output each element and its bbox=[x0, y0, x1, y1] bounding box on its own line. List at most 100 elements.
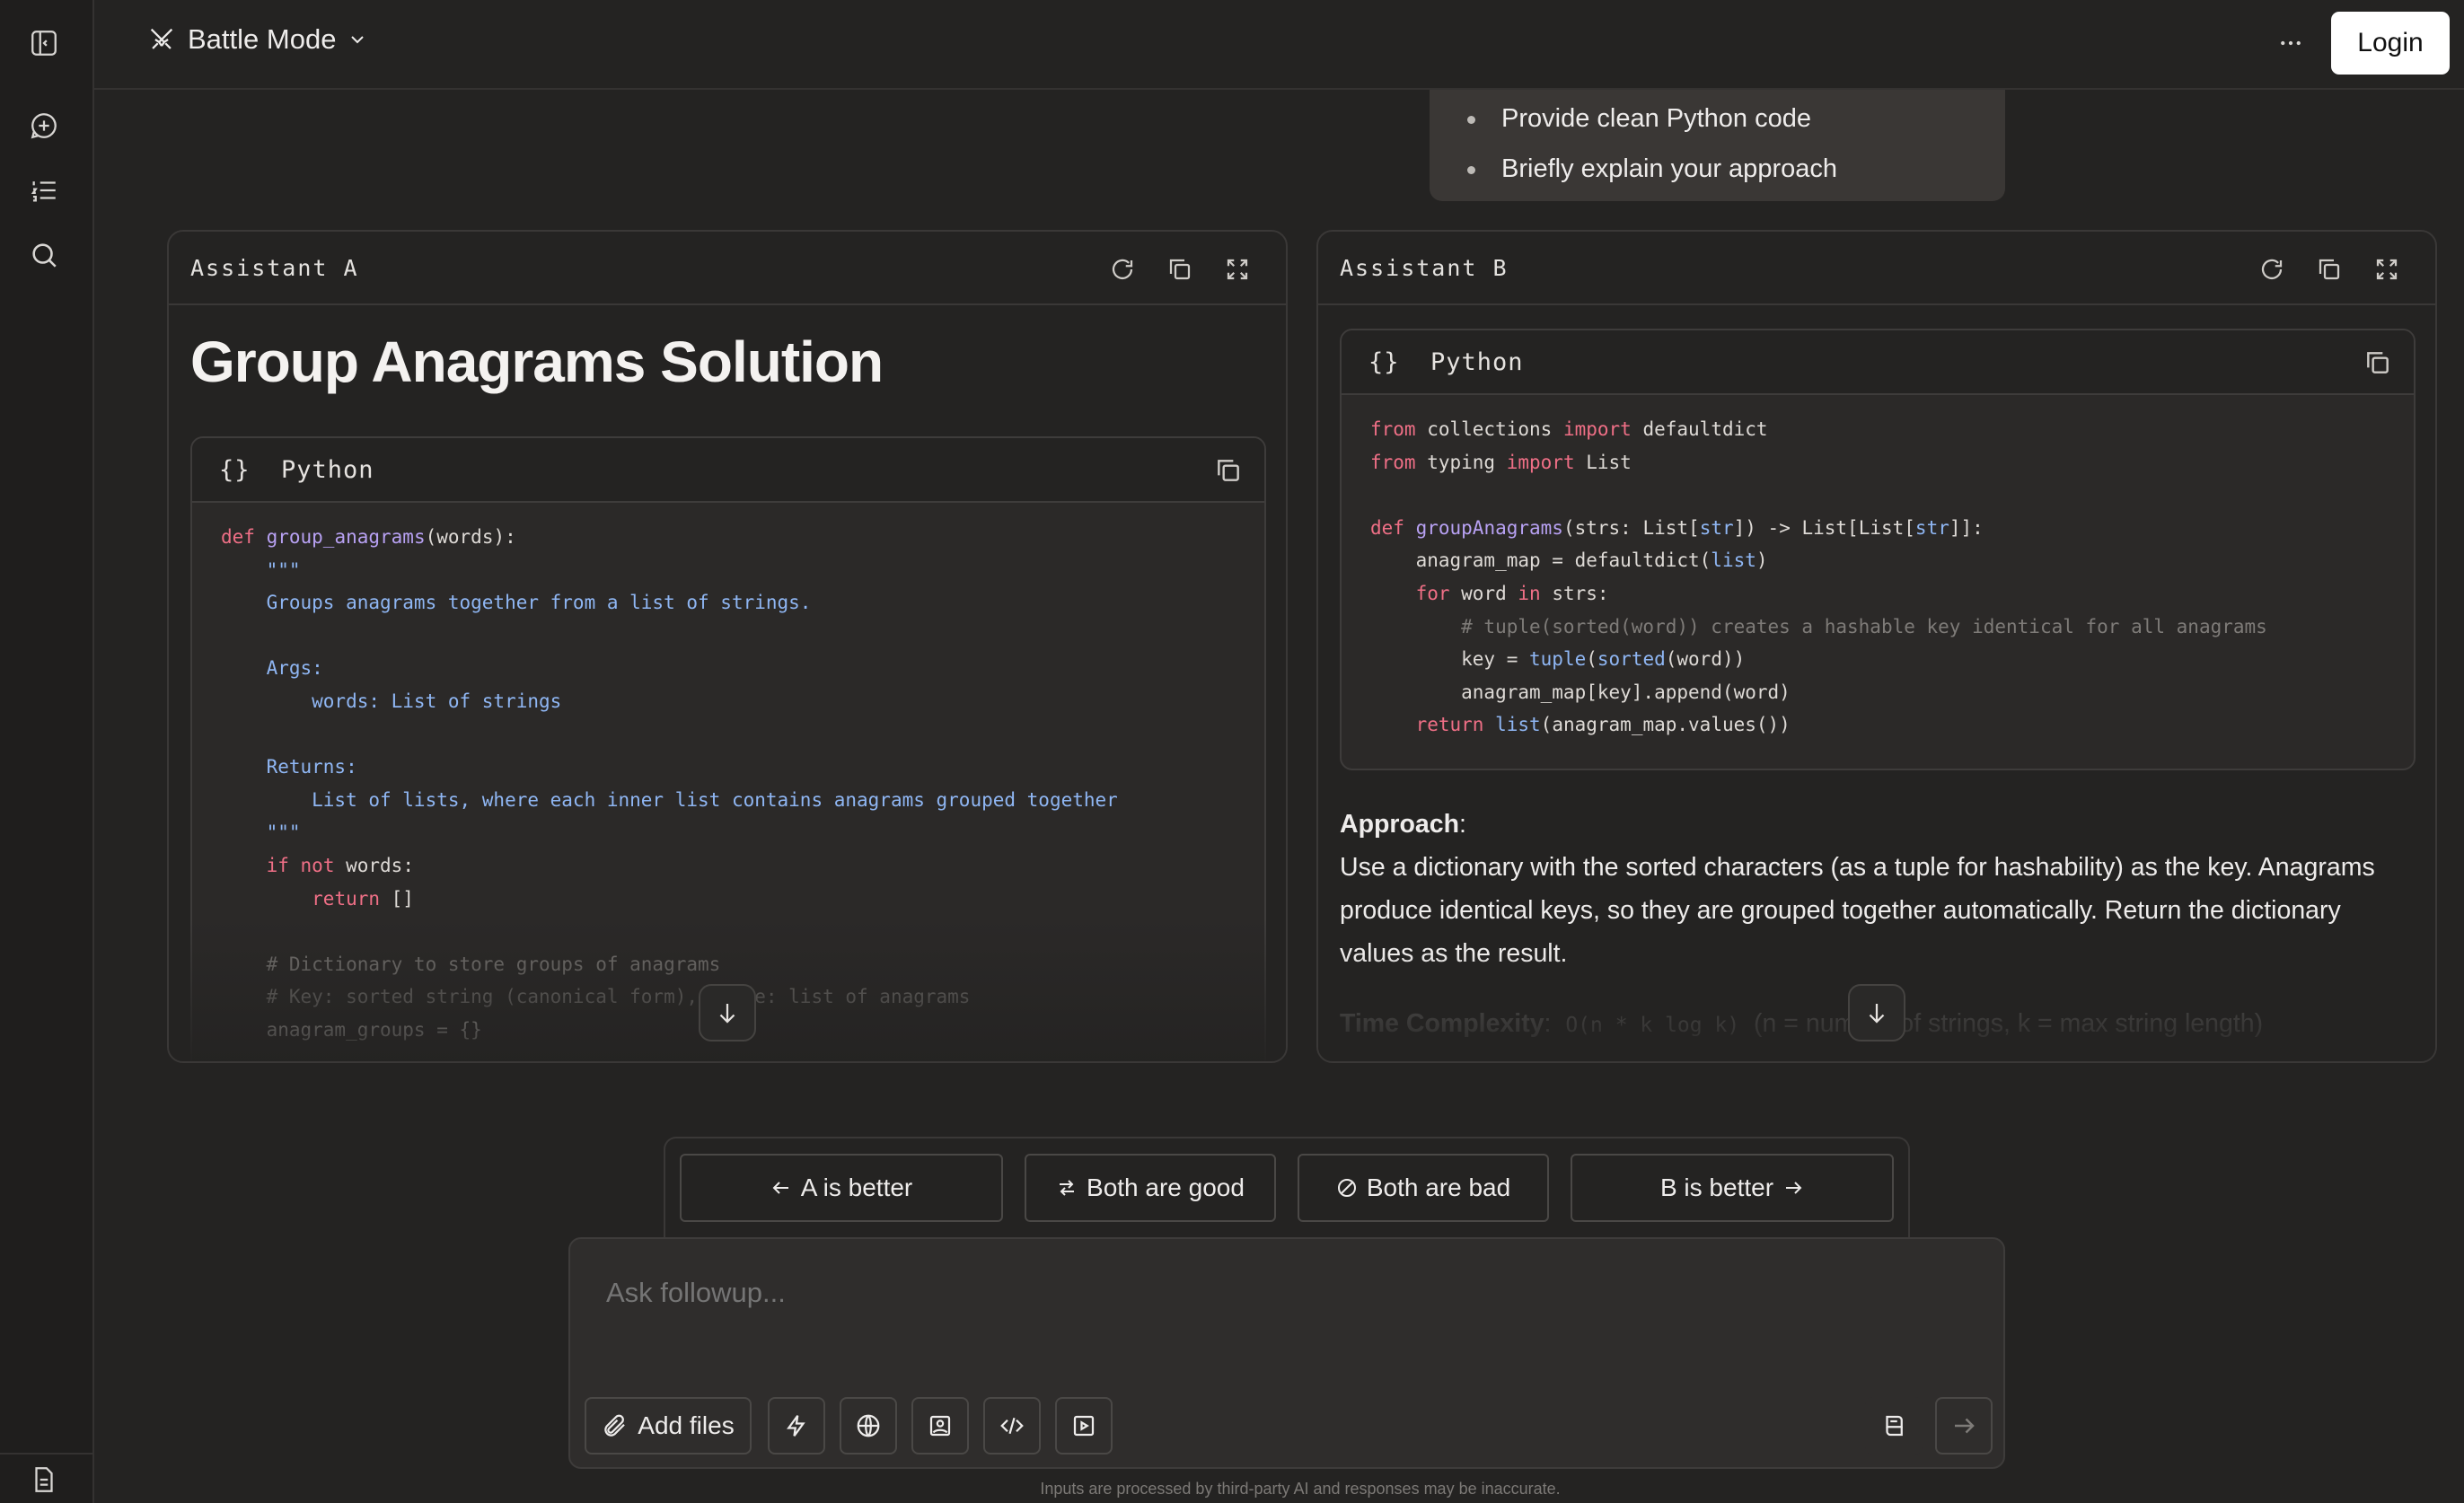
history-list-icon[interactable] bbox=[22, 169, 66, 212]
arrow-right-icon bbox=[1786, 1182, 1802, 1194]
crossed-swords-icon bbox=[150, 28, 173, 49]
code-language: Python bbox=[281, 456, 374, 484]
code-line: List of lists, where each inner list con… bbox=[221, 788, 1118, 811]
code-line: def group_anagrams(words): bbox=[221, 526, 516, 548]
code-icon[interactable] bbox=[983, 1397, 1041, 1455]
code-line: from collections import defaultdict bbox=[1370, 418, 1768, 440]
arrow-left-icon bbox=[772, 1182, 788, 1194]
sidebar bbox=[0, 0, 94, 1503]
arrow-down-icon bbox=[719, 1004, 735, 1024]
code-line: anagram_map[key].append(word) bbox=[1370, 681, 1791, 703]
time-complexity-value: O(n * k log k) bbox=[1565, 1014, 1740, 1037]
vote-label: Both are bad bbox=[1366, 1173, 1511, 1201]
code-content: from collections import defaultdict from… bbox=[1342, 395, 2414, 742]
approach-text: Use a dictionary with the sorted charact… bbox=[1340, 853, 2375, 968]
panel-header: Assistant B bbox=[1318, 232, 2435, 305]
scroll-down-button[interactable] bbox=[699, 984, 756, 1042]
assistant-b-panel: Assistant B {} Python from collections i… bbox=[1316, 230, 2437, 1063]
new-chat-icon[interactable] bbox=[22, 104, 66, 147]
code-block-header: {} Python bbox=[192, 438, 1264, 503]
both-bad-button[interactable]: Both are bad bbox=[1298, 1154, 1549, 1222]
code-block-header: {} Python bbox=[1342, 330, 2414, 395]
expand-icon[interactable] bbox=[1221, 253, 1254, 286]
expand-icon[interactable] bbox=[2371, 253, 2403, 286]
b-is-better-button[interactable]: B is better bbox=[1571, 1154, 1894, 1222]
disclaimer-text: Inputs are processed by third-party AI a… bbox=[1040, 1480, 1561, 1498]
braces-icon: {} bbox=[219, 456, 251, 484]
code-line: for word in strs: bbox=[1415, 582, 1609, 604]
code-line: # tuple(sorted(word)) creates a hashable… bbox=[1370, 615, 2267, 637]
copy-icon[interactable] bbox=[2313, 253, 2345, 286]
arrow-down-icon bbox=[1869, 1004, 1885, 1024]
panel-title: Assistant A bbox=[190, 255, 359, 281]
both-good-button[interactable]: Both are good bbox=[1025, 1154, 1276, 1222]
code-line: from typing import List bbox=[1370, 451, 1632, 473]
toggle-sidebar-icon[interactable] bbox=[22, 22, 66, 65]
swap-icon bbox=[1060, 1180, 1075, 1196]
code-line: Groups anagrams together from a list of … bbox=[221, 592, 812, 614]
add-files-label: Add files bbox=[638, 1411, 735, 1439]
code-language-label: {} Python bbox=[1368, 348, 1524, 376]
mode-label: Battle Mode bbox=[188, 23, 337, 55]
a-is-better-button[interactable]: A is better bbox=[680, 1154, 1003, 1222]
search-icon[interactable] bbox=[22, 233, 66, 277]
login-button[interactable]: Login bbox=[2331, 12, 2450, 75]
code-line: """ bbox=[221, 558, 301, 581]
user-message-bullet: Briefly explain your approach bbox=[1430, 144, 2005, 194]
prohibited-icon bbox=[1337, 1179, 1356, 1197]
code-line: Args: bbox=[221, 657, 323, 680]
image-icon[interactable] bbox=[911, 1397, 969, 1455]
assistant-a-panel: Assistant A Group Anagrams Solution {} P… bbox=[167, 230, 1288, 1063]
composer: Add files bbox=[568, 1237, 2005, 1469]
copy-icon[interactable] bbox=[1164, 253, 1196, 286]
vote-label: B is better bbox=[1659, 1173, 1774, 1201]
panel-header: Assistant A bbox=[169, 232, 1286, 305]
vote-label: Both are good bbox=[1087, 1173, 1245, 1201]
code-line: if not words: bbox=[266, 854, 414, 876]
code-content: def group_anagrams(words): """ Groups an… bbox=[192, 503, 1264, 1047]
sidebar-divider bbox=[0, 1453, 94, 1455]
code-block: {} Python from collections import defaul… bbox=[1340, 329, 2416, 770]
braces-icon: {} bbox=[1368, 348, 1400, 376]
regenerate-icon[interactable] bbox=[1106, 253, 1139, 286]
time-complexity: Time Complexity: O(n * k log k) (n = num… bbox=[1340, 1009, 2264, 1038]
top-header: Battle Mode Login bbox=[94, 0, 2464, 90]
add-files-button[interactable]: Add files bbox=[585, 1397, 752, 1455]
user-message-bullet: Provide clean Python code bbox=[1430, 93, 2005, 144]
copy-code-icon[interactable] bbox=[1214, 456, 1243, 485]
chevron-down-icon bbox=[351, 36, 365, 44]
globe-icon[interactable] bbox=[840, 1397, 897, 1455]
video-icon[interactable] bbox=[1055, 1397, 1113, 1455]
code-line: """ bbox=[221, 822, 301, 844]
code-line: return [] bbox=[312, 887, 414, 910]
time-complexity-label: Time Complexity bbox=[1340, 1009, 1544, 1038]
time-complexity-note: (n = number of strings, k = max string l… bbox=[1754, 1009, 2264, 1038]
code-language: Python bbox=[1430, 348, 1524, 376]
code-block: {} Python def group_anagrams(words): """… bbox=[190, 436, 1266, 1061]
panel-title: Assistant B bbox=[1340, 255, 1509, 281]
code-line: return list(anagram_map.values()) bbox=[1415, 714, 1791, 736]
paperclip-icon bbox=[604, 1414, 626, 1437]
battle-mode-dropdown[interactable]: Battle Mode bbox=[146, 23, 368, 56]
approach-label: Approach bbox=[1340, 810, 1460, 839]
code-line: def groupAnagrams(strs: List[str]) -> Li… bbox=[1370, 516, 1984, 539]
arrow-right-icon bbox=[1955, 1418, 1975, 1434]
regenerate-icon[interactable] bbox=[2256, 253, 2288, 286]
artifact-icon[interactable] bbox=[1865, 1397, 1923, 1455]
copy-code-icon[interactable] bbox=[2363, 348, 2392, 377]
send-button[interactable] bbox=[1935, 1397, 1993, 1455]
code-line: Returns: bbox=[221, 756, 357, 778]
followup-input[interactable] bbox=[606, 1277, 1953, 1309]
more-options-icon[interactable] bbox=[2271, 25, 2310, 61]
vote-label: A is better bbox=[800, 1173, 913, 1201]
code-line: # Dictionary to store groups of anagrams bbox=[221, 953, 721, 975]
bolt-icon[interactable] bbox=[768, 1397, 825, 1455]
response-heading: Group Anagrams Solution bbox=[190, 330, 884, 394]
code-line: anagram_map = defaultdict(list) bbox=[1370, 549, 1768, 572]
code-language-label: {} Python bbox=[219, 456, 374, 484]
scroll-down-button[interactable] bbox=[1848, 984, 1905, 1042]
